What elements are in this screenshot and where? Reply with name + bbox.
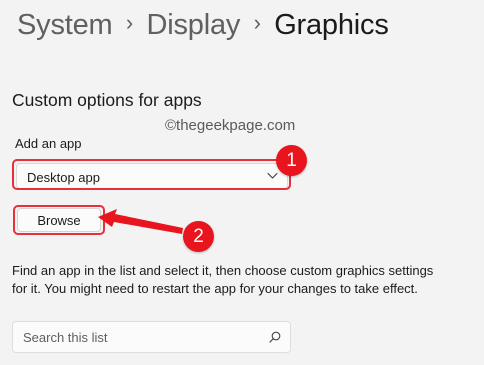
breadcrumb-display[interactable]: Display [147,9,241,42]
add-app-label: Add an app [15,136,82,151]
watermark-text: ©thegeekpage.com [165,117,296,134]
search-box[interactable] [12,321,291,353]
app-type-dropdown[interactable]: Desktop app [16,163,288,189]
page-title: Graphics [274,8,389,41]
search-icon [269,331,281,343]
chevron-right-icon: › [125,10,134,35]
breadcrumb: System › Display › Graphics [17,5,389,45]
graphics-settings-page: System › Display › Graphics Custom optio… [0,0,484,365]
instruction-text: Find an app in the list and select it, t… [12,263,434,296]
annotation-arrow-icon [98,209,183,234]
app-type-selected-value: Desktop app [27,170,100,185]
section-heading: Custom options for apps [12,90,202,110]
step-badge-1: 1 [276,145,307,176]
step-badge-2: 2 [183,221,214,252]
chevron-right-icon: › [253,10,261,35]
search-input[interactable] [23,322,253,352]
breadcrumb-system[interactable]: System [17,9,113,42]
browse-button[interactable]: Browse [17,208,101,232]
chevron-down-icon [267,172,278,179]
